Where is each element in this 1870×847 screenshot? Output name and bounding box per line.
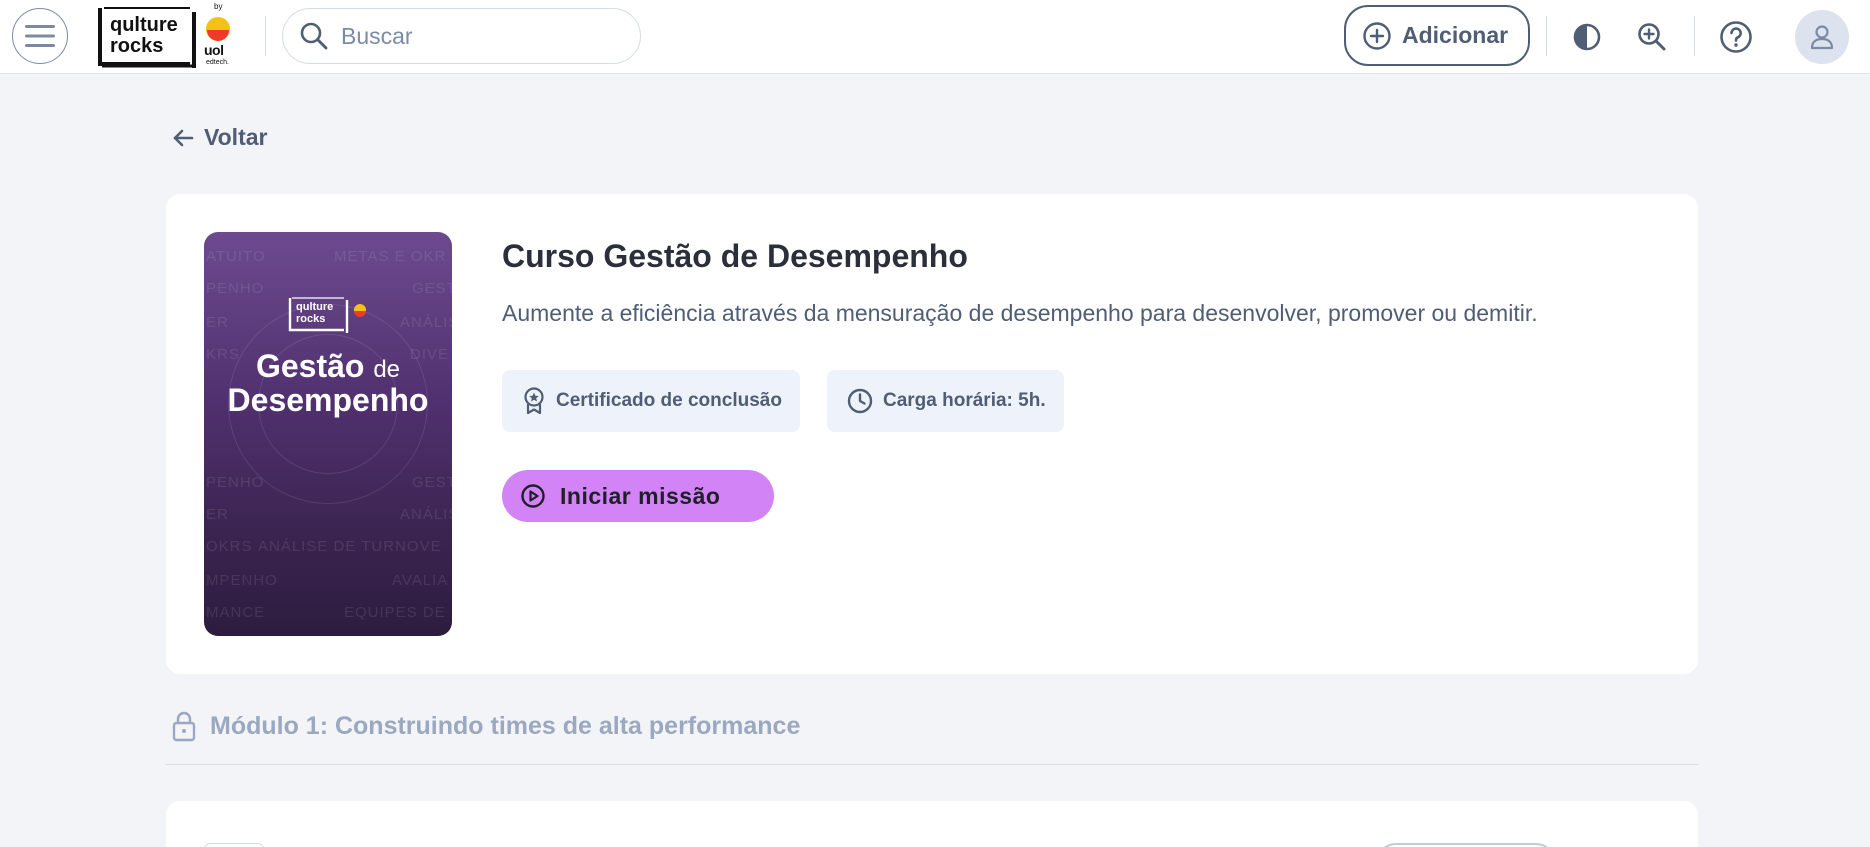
help-icon: [1720, 21, 1752, 53]
cover-bg-word: GEST: [412, 280, 452, 297]
badge-icon: [524, 387, 544, 415]
cover-bg-word: ANÁLISE DE TURNOVE: [258, 538, 442, 555]
search-input[interactable]: [341, 22, 621, 50]
arrow-left-icon: [173, 129, 194, 146]
back-link[interactable]: Voltar: [172, 124, 267, 151]
logo-by: by: [214, 2, 223, 11]
cover-bg-word: ATUITO: [206, 248, 266, 265]
clock-icon: [847, 388, 873, 414]
start-mission-label: Iniciar missão: [560, 482, 721, 509]
search-icon: [300, 22, 328, 50]
cover-title-part2: de: [373, 356, 401, 383]
cover-bg-word: GEST: [412, 474, 452, 491]
uol-sun-icon: [206, 17, 230, 41]
plus-circle-icon: [1363, 21, 1391, 50]
course-card: ATUITO METAS E OKR PENHO GEST ER ANÁLIS …: [166, 194, 1698, 674]
logo-partner: uol: [204, 42, 224, 58]
user-avatar[interactable]: [1795, 10, 1849, 64]
header-divider: [265, 16, 266, 56]
add-button[interactable]: Adicionar: [1344, 5, 1530, 66]
zoom-in-icon: [1638, 23, 1666, 51]
cover-bg-word: ANÁLIS: [400, 506, 452, 523]
logo-line1: qulture: [110, 14, 178, 36]
lesson-thumbnail: [204, 843, 264, 847]
cover-bg-word: PENHO: [206, 474, 265, 491]
contrast-button[interactable]: [1563, 13, 1611, 61]
add-button-label: Adicionar: [1402, 22, 1509, 48]
cover-title-part1: Gestão: [255, 348, 365, 384]
cover-bg-word: ER: [206, 314, 229, 331]
user-icon: [1810, 25, 1834, 50]
workload-chip: Carga horária: 5h.: [827, 370, 1064, 432]
header-divider: [1694, 16, 1695, 56]
course-title: Curso Gestão de Desempenho: [502, 238, 968, 274]
cover-logo-line2: rocks: [296, 313, 326, 325]
cover-bg-word: MPENHO: [206, 572, 278, 589]
cover-bg-word: PENHO: [206, 280, 265, 297]
cover-logo-line1: qulture: [296, 301, 334, 313]
certificate-chip-label: Certificado de conclusão: [556, 390, 782, 411]
cover-title-line2: Desempenho: [227, 381, 429, 418]
cover-bg-word: OKRS: [206, 538, 253, 555]
lesson-action-button[interactable]: [1376, 843, 1556, 847]
module-content-card: [166, 801, 1698, 847]
cover-bg-word: METAS E OKR: [334, 248, 447, 265]
back-label: Voltar: [204, 124, 268, 150]
logo-line2: rocks: [110, 35, 164, 57]
certificate-chip: Certificado de conclusão: [502, 370, 800, 432]
course-description: Aumente a eficiência através da mensuraç…: [502, 300, 1538, 326]
cover-bg-word: EQUIPES DE: [344, 604, 446, 621]
lock-icon: [172, 711, 196, 742]
module-title: Módulo 1: Construindo times de alta perf…: [210, 712, 801, 740]
search-box[interactable]: [282, 8, 641, 64]
zoom-button[interactable]: [1628, 13, 1676, 61]
workload-chip-label: Carga horária: 5h.: [883, 390, 1046, 411]
header-divider: [1546, 16, 1547, 56]
course-cover-image: ATUITO METAS E OKR PENHO GEST ER ANÁLIS …: [204, 232, 452, 636]
play-circle-icon: [521, 484, 545, 508]
qulture-rocks-logo[interactable]: qulture rocks by uol edtech.: [96, 2, 236, 68]
menu-button[interactable]: [12, 8, 68, 64]
cover-bg-word: ER: [206, 506, 229, 523]
cover-bg-word: ANÁLIS: [400, 314, 452, 331]
menu-icon: [25, 25, 55, 47]
cover-title: Gestão de Desempenho: [204, 348, 452, 418]
cover-bg-word: MANCE: [206, 604, 266, 621]
cover-logo: qulture rocks: [288, 296, 372, 334]
cover-bg-word: AVALIA: [392, 572, 449, 589]
top-bar: qulture rocks by uol edtech. Adicionar: [0, 0, 1870, 74]
module-header[interactable]: Módulo 1: Construindo times de alta perf…: [166, 710, 1698, 765]
logo-partner-sub: edtech.: [206, 59, 229, 66]
help-button[interactable]: [1712, 13, 1760, 61]
contrast-icon: [1573, 23, 1601, 51]
start-mission-button[interactable]: Iniciar missão: [502, 470, 774, 522]
